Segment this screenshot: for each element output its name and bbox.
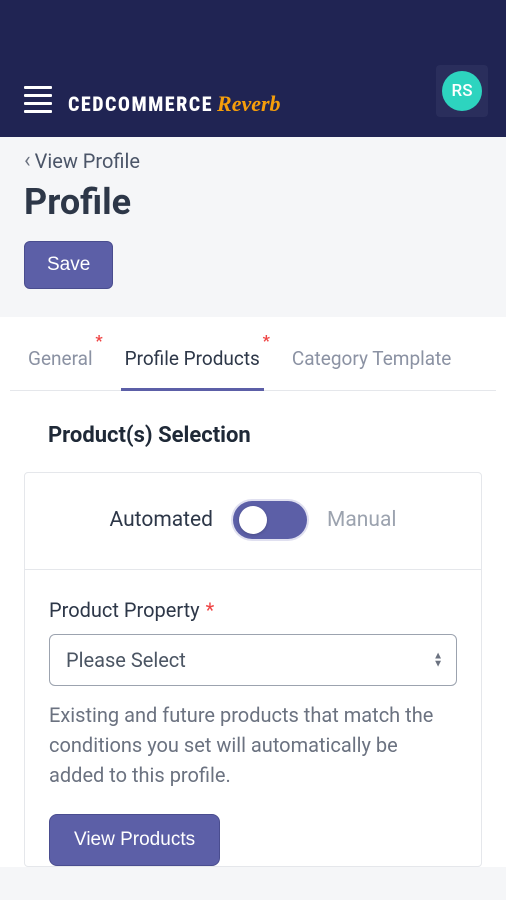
logo: CEDCOMMERCE Reverb xyxy=(68,91,420,117)
product-selection-panel: Automated Manual Product Property * Plea… xyxy=(24,472,482,867)
mode-toggle-row: Automated Manual xyxy=(25,473,481,570)
view-products-button[interactable]: View Products xyxy=(49,814,220,866)
chevron-left-icon: ‹ xyxy=(24,150,31,172)
tab-label: General xyxy=(28,347,93,370)
app-header: CEDCOMMERCE Reverb RS xyxy=(0,0,506,137)
required-indicator: * xyxy=(206,598,215,622)
save-button[interactable]: Save xyxy=(24,241,113,289)
toggle-label-manual: Manual xyxy=(327,508,396,532)
page-title: Profile xyxy=(0,173,506,241)
toggle-label-automated: Automated xyxy=(110,508,214,532)
section-title: Product(s) Selection xyxy=(0,391,506,472)
avatar-container[interactable]: RS xyxy=(436,65,488,117)
required-indicator: * xyxy=(263,331,270,350)
toggle-thumb xyxy=(239,506,267,534)
logo-primary: CEDCOMMERCE xyxy=(68,92,213,116)
mode-toggle[interactable] xyxy=(233,501,307,539)
help-text: Existing and future products that match … xyxy=(49,700,457,790)
tab-label: Profile Products xyxy=(125,347,260,370)
logo-secondary: Reverb xyxy=(217,91,281,117)
avatar: RS xyxy=(442,71,482,111)
tab-category-template[interactable]: Category Template xyxy=(288,347,456,390)
tab-label: Category Template xyxy=(292,347,452,370)
breadcrumb-label: View Profile xyxy=(35,149,140,173)
hamburger-menu-icon[interactable] xyxy=(24,86,52,113)
product-property-select[interactable]: Please Select xyxy=(49,634,457,686)
product-property-label: Product Property * xyxy=(49,598,457,622)
required-indicator: * xyxy=(95,331,102,350)
breadcrumb[interactable]: ‹ View Profile xyxy=(24,149,482,173)
tabs-container: General * Profile Products * Category Te… xyxy=(10,347,496,391)
tab-profile-products[interactable]: Profile Products * xyxy=(121,347,264,391)
tab-general[interactable]: General * xyxy=(24,347,97,390)
